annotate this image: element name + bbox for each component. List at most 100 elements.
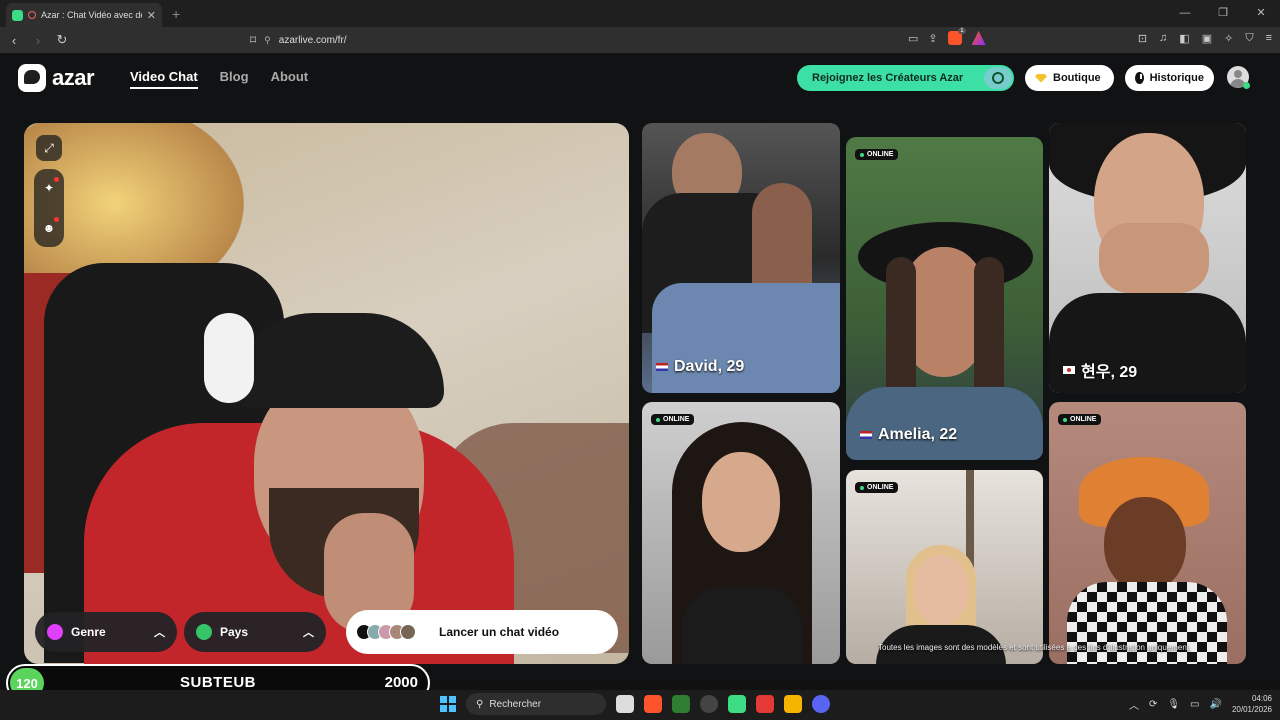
address-bar-actions: ▭ ⇪ 1 [908,28,986,45]
boutique-button[interactable]: Boutique [1025,65,1114,91]
back-icon[interactable]: ‹ [4,33,24,48]
obs-icon[interactable] [700,695,718,713]
reload-icon[interactable]: ↻ [52,32,72,48]
azar-page: azar Video Chat Blog About Rejoignez les… [0,53,1280,685]
join-creators-button[interactable]: Rejoignez les Créateurs Azar [797,65,1014,91]
azar-app-icon[interactable] [728,695,746,713]
profile-name: Amelia, 22 [860,426,957,444]
display-icon[interactable]: ▭ [1190,699,1199,710]
genre-label: Genre [71,625,106,639]
search-placeholder: Rechercher [489,698,542,710]
share-icon[interactable]: ⇪ [928,32,937,45]
restore-icon[interactable]: ❐ [1204,0,1242,27]
profile-card[interactable]: ONLINE [642,402,840,664]
brave-rewards-icon[interactable] [971,31,986,45]
profile-name: David, 29 [656,358,744,376]
creators-icon [984,67,1012,89]
avatar-stack [356,624,416,640]
camera-tools: ⤢ ✦ ☻ [34,135,64,247]
webcam-preview [24,123,629,664]
main-menu: Video Chat Blog About [130,69,308,89]
forward-icon[interactable]: › [28,33,48,48]
historique-button[interactable]: Historique [1125,65,1214,91]
pays-filter[interactable]: Pays ︿ [184,612,326,652]
menu-icon[interactable]: ≡ [1266,32,1272,45]
search-icon: ⚲ [476,698,484,710]
historique-label: Historique [1149,72,1204,84]
system-tray: ︿ ⟳ 🎙 ▭ 🔊 04:06 20/01/2026 [1129,693,1272,715]
face-filter-icon[interactable]: ☻ [36,215,62,241]
taskbar-clock[interactable]: 04:06 20/01/2026 [1232,693,1272,715]
close-window-icon[interactable]: ✕ [1242,0,1280,27]
play-icon[interactable] [672,695,690,713]
site-info-icon[interactable]: ⚲ [264,35,271,46]
online-badge: ONLINE [651,414,695,425]
wallet-icon[interactable]: ▣ [1202,32,1212,45]
genre-filter[interactable]: Genre ︿ [35,612,177,652]
leo-icon[interactable]: ✧ [1224,32,1233,45]
pays-label: Pays [220,625,249,639]
brave-icon[interactable] [644,695,662,713]
join-creators-label: Rejoignez les Créateurs Azar [812,72,964,84]
tab-title: Azar : Chat Vidéo avec de no [41,10,142,20]
us-flag-icon [860,431,872,439]
media-icon[interactable]: ♫ [1159,32,1167,45]
tray-chevron-icon[interactable]: ︿ [1129,697,1139,712]
expand-icon[interactable]: ⤢ [36,135,62,161]
url-text[interactable]: azarlive.com/fr/ [279,35,347,46]
youtube-icon[interactable] [756,695,774,713]
bookmark-icon[interactable]: ⌑ [250,33,256,47]
brave-badge: 1 [958,28,966,34]
logo-text: azar [52,65,95,90]
nav-about[interactable]: About [271,69,309,89]
tray-sync-icon[interactable]: ⟳ [1149,699,1157,710]
goal-target: 2000 [384,674,418,691]
cast-icon[interactable]: ▭ [908,32,918,45]
minimize-icon[interactable]: — [1166,0,1204,27]
nav-blog[interactable]: Blog [220,69,249,89]
profile-card[interactable]: David, 29 [642,123,840,393]
launch-video-chat-button[interactable]: Lancer un chat vidéo [346,610,618,654]
gender-icon [47,624,63,640]
chevron-up-icon: ︿ [303,627,314,639]
profile-card[interactable]: 현우, 29 [1049,123,1246,393]
windows-start-icon[interactable] [440,696,456,712]
azar-logo-icon [18,64,46,92]
profile-card[interactable]: ONLINE [1049,402,1246,664]
vpn-icon[interactable]: ⛉ [1245,32,1253,45]
nav-video-chat[interactable]: Video Chat [130,69,198,89]
windows-taskbar: ⚲ Rechercher ︿ ⟳ 🎙 ▭ 🔊 04:06 20/01/2026 [0,690,1280,720]
goal-title: SUBTEUB [179,674,256,691]
brave-shields-icon[interactable]: 1 [947,28,966,45]
profile-card[interactable]: ONLINE [846,470,1043,664]
microphone-icon[interactable]: 🎙 [1167,699,1180,710]
azar-favicon-icon [12,9,23,21]
browser-tab[interactable]: Azar : Chat Vidéo avec de no ✕ [6,3,162,27]
us-flag-icon [656,363,668,371]
discord-icon[interactable] [812,695,830,713]
disclaimer-text: Toutes les images sont des modèles et so… [878,643,1192,652]
launch-label: Lancer un chat vidéo [439,625,560,639]
layers-icon[interactable] [784,695,802,713]
sidebar-icon[interactable]: ◧ [1179,32,1189,45]
chevron-up-icon: ︿ [154,627,165,639]
online-badge: ONLINE [1058,414,1102,425]
screenshot-icon[interactable]: ⊡ [1138,32,1147,45]
browser-navbar: ‹ › ↻ ⌑ ⚲ azarlive.com/fr/ ▭ ⇪ 1 ⊡ ♫ ◧ ▣… [0,27,1280,53]
globe-icon [196,624,212,640]
boutique-label: Boutique [1053,72,1101,84]
new-tab-button[interactable]: + [172,6,180,22]
taskbar-apps: ⚲ Rechercher [440,693,830,715]
taskbar-search[interactable]: ⚲ Rechercher [466,693,606,715]
azar-logo[interactable]: azar [18,64,95,92]
online-badge: ONLINE [855,149,899,160]
profile-card[interactable]: ONLINE Amelia, 22 [846,137,1043,460]
tab-close-icon[interactable]: ✕ [147,9,156,22]
magic-wand-icon[interactable]: ✦ [36,175,62,201]
address-bar[interactable]: ⌑ ⚲ azarlive.com/fr/ [250,30,1000,50]
file-explorer-icon[interactable] [616,695,634,713]
online-status-dot [1243,82,1250,89]
recording-icon [28,11,36,19]
window-controls: — ❐ ✕ [1166,0,1280,27]
volume-icon[interactable]: 🔊 [1210,699,1222,710]
